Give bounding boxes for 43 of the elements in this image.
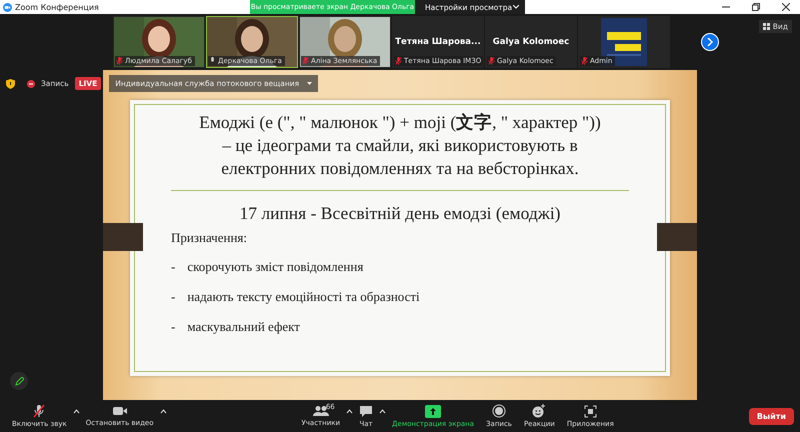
muted-mic-icon [581,57,588,65]
participant-name: Galya Kolomoec [492,37,570,47]
pencil-icon [14,376,24,386]
bullet-mark: - [171,259,176,275]
share-screen-icon [425,404,442,418]
slide-heading: Призначення: [171,230,248,246]
caret-icon[interactable] [160,408,167,416]
participant-name: Тетяна Шарова... [395,37,481,47]
bullet-text: надають тексту емоційності та образності [187,289,420,305]
chevron-right-icon [707,38,713,46]
record-dot-icon [27,80,35,88]
caret-icon[interactable] [72,408,80,416]
chat-icon [359,404,374,418]
caret-icon [307,82,312,85]
caret-icon[interactable] [379,408,386,416]
caret-icon[interactable] [346,408,354,416]
next-page-button[interactable] [701,33,719,51]
bullet-mark: - [171,319,176,335]
grid-icon [762,23,770,30]
muted-mic-icon [488,57,495,65]
muted-mic-icon [395,57,402,65]
shield-icon[interactable] [6,78,15,88]
apps-icon [584,404,597,418]
record-icon [492,404,506,418]
slide-subtitle: 17 липня - Всесвітній день емодзі (емоджі) [238,203,562,224]
smiley-plus-icon [532,404,546,418]
bullet-mark: - [171,289,176,305]
close-icon[interactable] [782,3,790,11]
bullet-text: скорочують зміст повідомлення [187,259,364,275]
leave-button[interactable]: Выйти [748,408,794,424]
video-camera-icon [112,405,128,417]
window-title: Zoom Конференция [15,2,99,12]
slide-tab-decoration [657,223,697,251]
muted-mic-icon [32,404,46,418]
annotate-button[interactable] [10,372,28,390]
restore-icon[interactable] [752,3,760,11]
slide-definition: Емоджі (е (", " малюнок ") + moji (文字, " характер ")) – це ідеограми та смайли, які використовують в електронних повідомленнях та на вебсторінках. [198,111,602,180]
slide-tab-decoration [103,223,143,251]
muted-mic-icon [302,57,309,65]
muted-mic-icon [116,57,123,65]
chevron-down-icon [513,5,519,9]
app-logo-icon [3,2,12,12]
bullet-text: маскувальний ефект [187,319,300,335]
